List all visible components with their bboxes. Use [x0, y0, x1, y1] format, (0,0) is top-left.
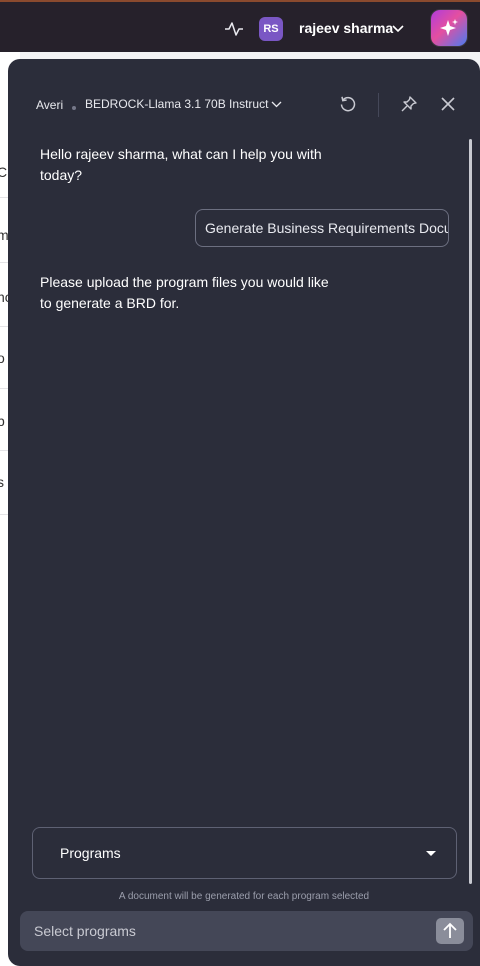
chevron-down-icon[interactable] [391, 22, 405, 36]
panel-header: Averi BEDROCK-Llama 3.1 70B Instruct [8, 59, 480, 149]
chevron-down-icon [271, 101, 282, 107]
suggestion-button[interactable]: Generate Business Requirements Document [195, 209, 449, 247]
separator-dot [72, 106, 76, 110]
programs-label: Programs [60, 845, 121, 861]
send-button[interactable] [436, 918, 464, 944]
chat-input[interactable] [20, 911, 430, 951]
assistant-panel: Averi BEDROCK-Llama 3.1 70B Instruct Hel… [8, 59, 480, 966]
user-name[interactable]: rajeev sharma [299, 20, 393, 36]
activity-icon[interactable] [224, 19, 244, 39]
top-navigation-bar: RS rajeev sharma [0, 0, 480, 52]
avatar[interactable]: RS [259, 17, 283, 41]
model-name: BEDROCK-Llama 3.1 70B Instruct [85, 97, 269, 111]
sparkle-icon [440, 19, 458, 36]
header-divider [378, 93, 379, 117]
close-icon[interactable] [439, 95, 457, 113]
model-selector[interactable]: BEDROCK-Llama 3.1 70B Instruct [85, 97, 282, 111]
ai-assistant-button[interactable] [431, 10, 467, 46]
chat-input-bar [20, 911, 473, 951]
assistant-name: Averi [36, 98, 64, 112]
assistant-message: Please upload the program files you woul… [40, 274, 329, 311]
refresh-icon[interactable] [339, 95, 357, 113]
programs-dropdown[interactable]: Programs [32, 827, 457, 879]
caret-down-icon [426, 851, 436, 856]
assistant-message: Hello rajeev sharma, what can I help you… [40, 146, 322, 183]
arrow-up-icon [443, 922, 457, 938]
pin-icon[interactable] [400, 95, 418, 113]
scrollbar[interactable] [469, 139, 472, 884]
helper-text: A document will be generated for each pr… [118, 891, 370, 902]
